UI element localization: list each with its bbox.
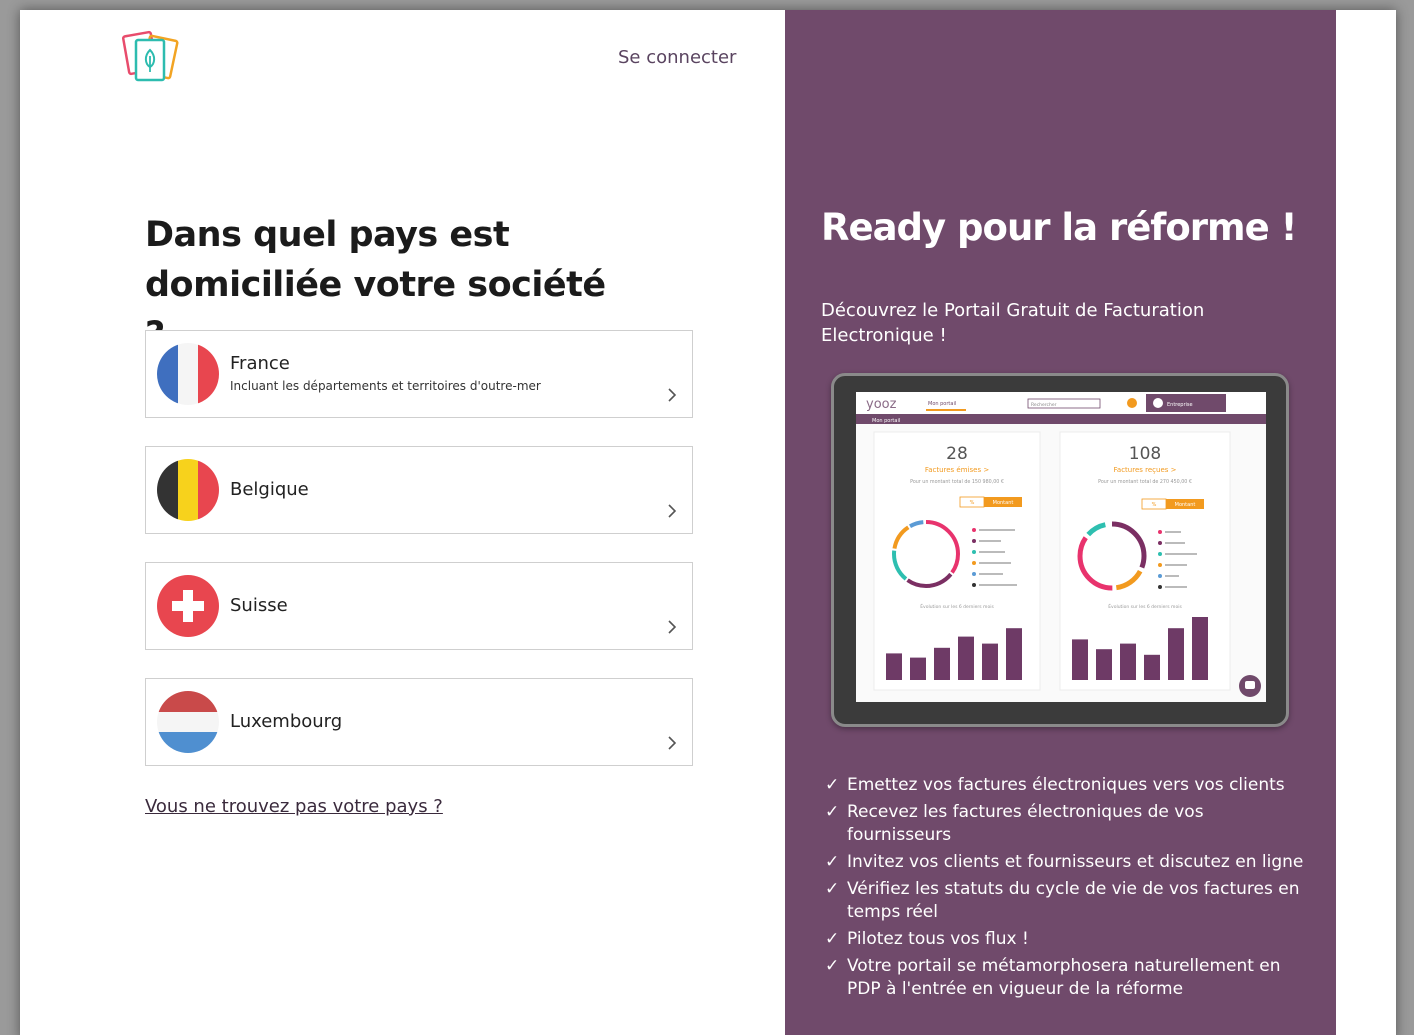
- card-amount: Pour un montant total de 150 980,00 €: [910, 479, 1004, 485]
- mockup-bar: [1144, 654, 1160, 680]
- tablet-mockup: yooz Mon portail Rechercher Entreprise M…: [831, 373, 1289, 727]
- flag-switzerland-icon: [157, 575, 219, 637]
- mockup-search: Rechercher: [1031, 402, 1057, 408]
- flag-france-icon: [157, 343, 219, 405]
- toggle-percent: %: [970, 500, 975, 506]
- chevron-right-icon: [668, 504, 677, 518]
- mockup-bar: [982, 643, 998, 680]
- chevron-right-icon: [668, 736, 677, 750]
- country-name: Belgique: [230, 479, 309, 500]
- chevron-right-icon: [668, 388, 677, 402]
- country-option-suisse[interactable]: Suisse: [145, 562, 693, 650]
- feature-list: ✓ Emettez vos factures électroniques vers…: [825, 774, 1305, 1005]
- card-count: 28: [946, 444, 968, 464]
- promo-title: Ready pour la réforme !: [821, 206, 1297, 249]
- country-subtitle: Incluant les départements et territoires…: [230, 379, 541, 393]
- flag-luxembourg-icon: [157, 691, 219, 753]
- country-name: Luxembourg: [230, 711, 343, 732]
- mockup-breadcrumb: Mon portail: [872, 418, 900, 424]
- page-frame: Se connecter Dans quel pays est domicili…: [20, 10, 1396, 1035]
- mockup-bar: [886, 653, 902, 680]
- card-count: 108: [1129, 444, 1161, 464]
- check-icon: ✓: [825, 852, 840, 872]
- feature-item: ✓ Vérifiez les statuts du cycle de vie de…: [825, 879, 1300, 922]
- country-name: France: [230, 353, 290, 374]
- dashboard-screenshot: yooz Mon portail Rechercher Entreprise M…: [856, 392, 1266, 702]
- mockup-bar: [934, 647, 950, 680]
- promo-subtitle: Découvrez le Portail Gratuit de Facturat…: [821, 300, 1205, 346]
- toggle-amount: Montant: [993, 500, 1014, 506]
- mockup-bar: [1006, 628, 1022, 680]
- card-label: Factures reçues >: [1114, 466, 1177, 474]
- country-name: Suisse: [230, 595, 288, 616]
- country-option-belgique[interactable]: Belgique: [145, 446, 693, 534]
- mockup-bar: [1120, 643, 1136, 680]
- mockup-bar: [1072, 639, 1088, 680]
- promo-panel: Ready pour la réforme ! Découvrez le Por…: [785, 10, 1336, 1035]
- check-icon: ✓: [825, 802, 840, 822]
- mockup-bar: [910, 657, 926, 680]
- logo-icon: [122, 30, 179, 82]
- card-amount: Pour un montant total de 270 450,00 €: [1098, 479, 1192, 485]
- toggle-amount: Montant: [1175, 502, 1196, 508]
- check-icon: ✓: [825, 956, 840, 976]
- country-selection-panel: Se connecter Dans quel pays est domicili…: [20, 10, 785, 1035]
- country-option-luxembourg[interactable]: Luxembourg: [145, 678, 693, 766]
- mockup-bar: [1168, 628, 1184, 680]
- card-label: Factures émises >: [925, 466, 990, 474]
- check-icon: ✓: [825, 929, 840, 949]
- feature-item: ✓ Pilotez tous vos flux !: [825, 929, 1029, 949]
- right-gutter: [1336, 10, 1396, 1035]
- signin-link[interactable]: Se connecter: [618, 47, 736, 68]
- toggle-percent: %: [1152, 502, 1157, 508]
- check-icon: ✓: [825, 775, 840, 795]
- chevron-right-icon: [668, 620, 677, 634]
- flag-belgium-icon: [157, 459, 219, 521]
- feature-item: ✓ Recevez les factures électroniques de v…: [825, 802, 1204, 845]
- feature-item: ✓ Votre portail se métamorphosera naturel…: [825, 956, 1281, 999]
- country-option-france[interactable]: France Incluant les départements et terr…: [145, 330, 693, 418]
- mockup-bar: [958, 636, 974, 680]
- mockup-user: Entreprise: [1167, 402, 1193, 408]
- feature-item: ✓ Invitez vos clients et fournisseurs et …: [825, 852, 1304, 872]
- mockup-bar: [1192, 617, 1208, 680]
- mockup-bar: [1096, 649, 1112, 680]
- country-not-found-link[interactable]: Vous ne trouvez pas votre pays ?: [145, 796, 443, 817]
- tab-mon-portail: Mon portail: [928, 401, 956, 407]
- yooz-brand: yooz: [866, 397, 897, 412]
- check-icon: ✓: [825, 879, 840, 899]
- feature-item: ✓ Emettez vos factures électroniques vers…: [825, 775, 1285, 795]
